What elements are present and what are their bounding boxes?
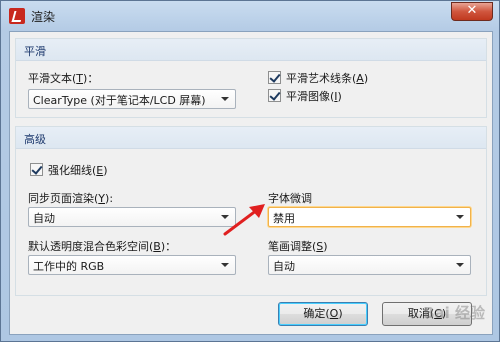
blend-space-label: 默认透明度混合色彩空间(B)： xyxy=(28,240,177,253)
font-tuning-label: 字体微调 xyxy=(268,192,312,205)
blend-space-value: 工作中的 RGB xyxy=(33,260,105,273)
advanced-group-header: 高级 xyxy=(16,127,486,149)
dialog-body: 平滑 平滑文本(T)： ClearType (对于笔记本/LCD 屏幕) 平滑艺… xyxy=(9,31,493,335)
chevron-down-icon xyxy=(221,97,229,101)
smooth-text-dropdown[interactable]: ClearType (对于笔记本/LCD 屏幕) xyxy=(28,89,236,109)
chevron-down-icon xyxy=(456,215,464,219)
close-button[interactable]: ✕ xyxy=(451,2,493,21)
smooth-images-label[interactable]: 平滑图像(I) xyxy=(286,88,342,104)
annotation-arrow-icon xyxy=(223,204,265,236)
smooth-lines-label[interactable]: 平滑艺术线条(A) xyxy=(286,70,368,86)
checkmark-icon xyxy=(31,163,43,175)
smooth-lines-checkbox[interactable] xyxy=(268,71,281,84)
app-logo-icon xyxy=(9,8,25,24)
enhance-thin-lines-label[interactable]: 强化细线(E) xyxy=(48,162,108,178)
font-tuning-value: 禁用 xyxy=(273,212,295,225)
sync-render-value: 自动 xyxy=(33,212,55,225)
checkmark-icon xyxy=(269,89,281,101)
title-bar[interactable]: 渲染 ✕ xyxy=(1,1,499,31)
blend-space-dropdown[interactable]: 工作中的 RGB xyxy=(28,255,236,275)
checkmark-icon xyxy=(269,71,281,83)
font-tuning-dropdown[interactable]: 禁用 xyxy=(268,207,471,227)
dialog-window: 渲染 ✕ 平滑 平滑文本(T)： ClearType (对于笔记本/LCD 屏幕… xyxy=(0,0,500,342)
sync-render-label: 同步页面渲染(Y): xyxy=(28,192,114,205)
smooth-text-value: ClearType (对于笔记本/LCD 屏幕) xyxy=(33,94,206,107)
chevron-down-icon xyxy=(456,263,464,267)
watermark: Bai 经验 xyxy=(423,304,485,322)
window-title: 渲染 xyxy=(31,10,56,24)
sync-render-dropdown[interactable]: 自动 xyxy=(28,207,236,227)
stroke-adjust-dropdown[interactable]: 自动 xyxy=(268,255,471,275)
smoothing-group-header: 平滑 xyxy=(16,39,486,61)
enhance-thin-lines-checkbox[interactable] xyxy=(30,163,43,176)
chevron-down-icon xyxy=(221,263,229,267)
smoothing-group: 平滑 平滑文本(T)： ClearType (对于笔记本/LCD 屏幕) 平滑艺… xyxy=(15,38,487,118)
stroke-adjust-label: 笔画调整(S) xyxy=(268,240,328,253)
smooth-text-label: 平滑文本(T)： xyxy=(28,72,99,85)
smooth-images-checkbox[interactable] xyxy=(268,89,281,102)
stroke-adjust-value: 自动 xyxy=(273,260,295,273)
ok-button[interactable]: 确定(O) xyxy=(278,302,368,326)
